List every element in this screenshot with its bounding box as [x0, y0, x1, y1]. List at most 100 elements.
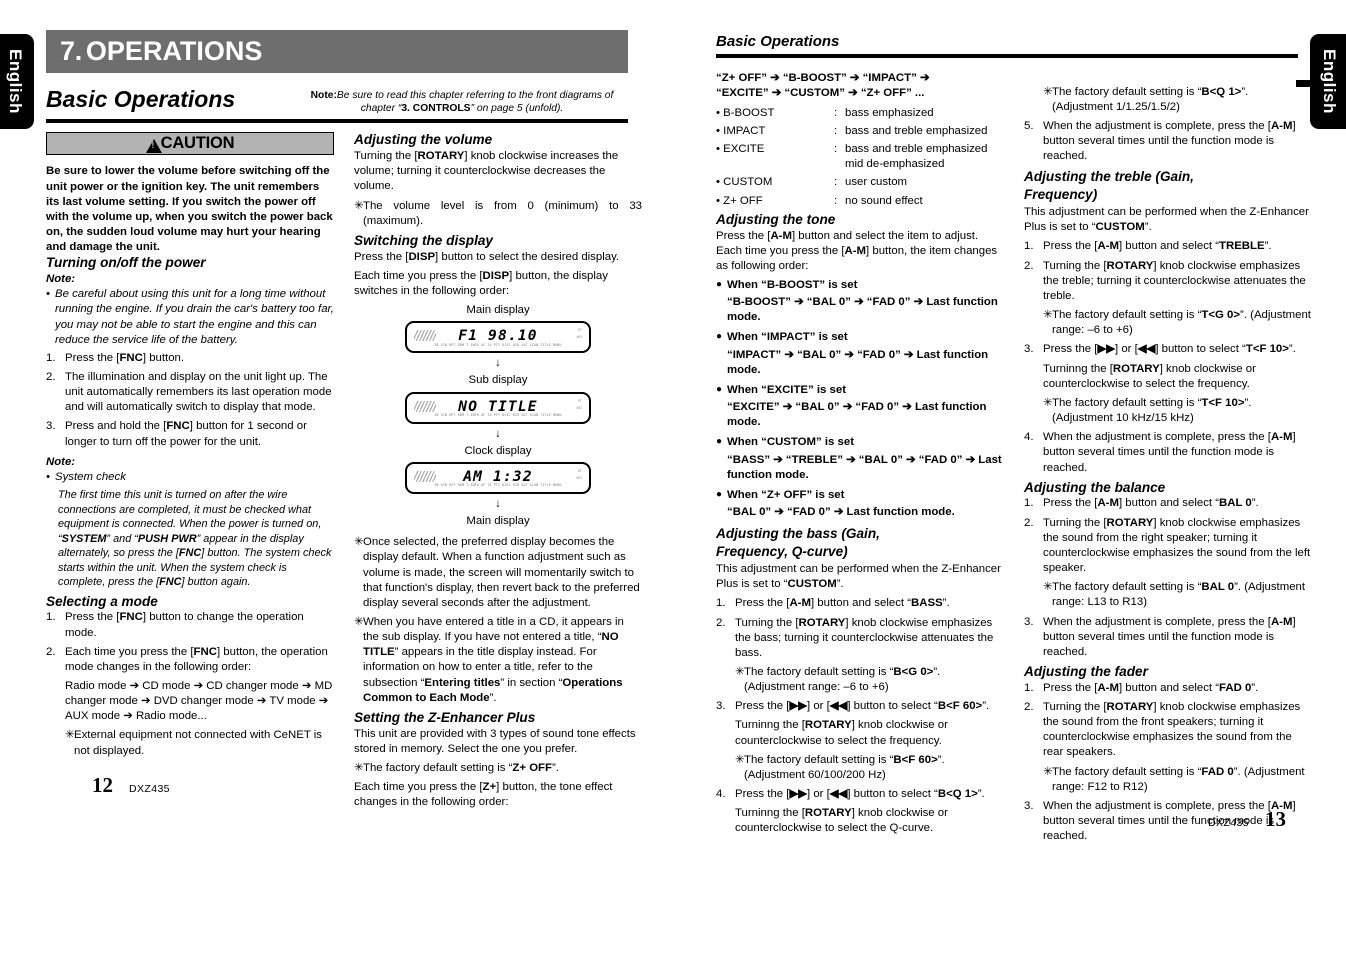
step-marker: 2. [1024, 700, 1034, 713]
treble-step-4-text: When the adjustment is complete, press t… [1043, 431, 1296, 474]
z-order-line-1: “Z+ OFF” ➔ “B-BOOST” ➔ “IMPACT” ➔ [716, 71, 930, 84]
balance-step-2: 2. Turning the [ROTARY] knob clockwise e… [1024, 516, 1312, 577]
lcd-label-main-final: Main display [466, 515, 530, 528]
switching-display-body-2: Each time you press the [DISP] button, t… [354, 269, 608, 297]
step-marker: 2. [46, 370, 56, 383]
balance-step-3: 3. When the adjustment is complete, pres… [1024, 615, 1312, 660]
step-marker: 1. [716, 597, 726, 610]
lcd-annunciator-row: ZB SCN RPT RDM T-INFO AF TA PTY DISC DIR… [434, 342, 562, 347]
lcd-indicator-icon: MO [576, 335, 582, 340]
footer-left: 12 DXZ435 [92, 773, 186, 798]
heading-adjusting-volume: Adjusting the volume [354, 132, 493, 148]
table-row: • EXCITE : bass and treble emphasized mi… [716, 142, 1004, 172]
volume-note: ✳ The volume level is from 0 (minimum) t… [354, 199, 642, 229]
power-step-1-text: Press the [FNC] button. [65, 351, 185, 364]
balance-step-3-text: When the adjustment is complete, press t… [1043, 615, 1296, 658]
z-enhancer-note: ✳ The factory default setting is “Z+ OFF… [354, 761, 642, 776]
heading-adjusting-treble-l1: Adjusting the treble (Gain, [1024, 169, 1194, 185]
heading-selecting-mode: Selecting a mode [46, 593, 158, 609]
switching-display-body-1: Press the [DISP] button to select the de… [354, 250, 620, 263]
bass-note-1-text: The factory default setting is “B<G 0>”.… [744, 665, 941, 694]
z-mode-name: • Z+ OFF [716, 194, 763, 207]
display-note-1: ✳ Once selected, the preferred display b… [354, 535, 642, 611]
adjusting-bass-body: This adjustment can be performed when th… [716, 563, 1001, 591]
display-note-2-text: When you have entered a title in a CD, i… [363, 615, 642, 706]
header-note-line2-post: ” on page 5 (unfold). [470, 103, 564, 115]
bass-step-3-text: Press the [▶▶] or [◀◀] button to select … [735, 700, 990, 713]
tone-group-when: ● When “EXCITE” is set [716, 383, 1004, 398]
tone-group-when: ● When “B-BOOST” is set [716, 278, 1004, 293]
z-mode-separator: : [834, 143, 838, 156]
page-number-left: 12 [92, 773, 113, 798]
lcd-annunciator-row: ZB SCN RPT RDM T-INFO AF TA PTY DISC DIR… [434, 413, 562, 418]
header-note-chapter-ref: 3. CONTROLS [401, 103, 471, 115]
z-order-line-2: “EXCITE” ➔ “CUSTOM” ➔ “Z+ OFF” ... [716, 86, 925, 99]
step-marker: 1. [1024, 497, 1034, 510]
z-mode-separator: : [834, 194, 838, 207]
fader-step-2-text: Turning the [ROTARY] knob clockwise emph… [1043, 700, 1301, 759]
lcd-panel-clock: AM 1:32 ST MO ZB SCN RPT RDM T-INFO AF T… [405, 461, 591, 494]
treble-step-3-text: Press the [▶▶] or [◀◀] button to select … [1043, 343, 1296, 356]
bass-note-3-text: The factory default setting is “B<Q 1>”.… [1052, 85, 1249, 113]
treble-note-1: ✳ The factory default setting is “T<G 0>… [1043, 308, 1312, 338]
asterisk-marker: ✳ [1043, 309, 1053, 322]
step-marker: 2. [1024, 516, 1034, 529]
tone-group-order: “BAL 0” ➔ “FAD 0” ➔ Last function mode. [727, 506, 955, 519]
balance-step-1-text: Press the [A-M] button and select “BAL 0… [1043, 497, 1259, 510]
tone-group-when-text: When “Z+ OFF” is set [727, 488, 845, 501]
bass-step-2-text: Turning the [ROTARY] knob clockwise emph… [735, 616, 994, 659]
treble-note-2: ✳ The factory default setting is “T<F 10… [1043, 396, 1312, 426]
step-marker: 5. [1024, 119, 1034, 132]
right-page-columns: “Z+ OFF” ➔ “B-BOOST” ➔ “IMPACT” ➔ “EXCIT… [716, 67, 1312, 849]
mode-step-2: 2. Each time you press the [FNC] button,… [46, 645, 334, 675]
bass-note-3: ✳ The factory default setting is “B<Q 1>… [1043, 85, 1312, 115]
mode-note: ✳ External equipment not connected with … [65, 728, 334, 758]
asterisk-marker: ✳ [1043, 396, 1053, 409]
treble-step-2: 2. Turning the [ROTARY] knob clockwise e… [1024, 259, 1312, 304]
z-mode-name-text: Z+ OFF [723, 194, 763, 207]
heading-adjusting-bass: Adjusting the bass (Gain, Frequency, Q-c… [716, 525, 1004, 561]
disc-marker: ● [716, 488, 723, 500]
z-mode-name: • EXCITE [716, 143, 765, 156]
step-marker: 4. [716, 788, 726, 801]
z-mode-desc: no sound effect [845, 194, 923, 207]
tone-group-order: “BASS” ➔ “TREBLE” ➔ “BAL 0” ➔ “FAD 0” ➔ … [727, 453, 1002, 481]
step-marker: 2. [46, 645, 56, 658]
table-row: • CUSTOM : user custom [716, 175, 1004, 190]
disc-marker: ● [716, 436, 723, 448]
bass-note-2-text: The factory default setting is “B<F 60>”… [744, 753, 945, 781]
z-enhancer-note-text: The factory default setting is “Z+ OFF”. [363, 761, 642, 776]
display-sequence-diagram: Main display F1 98.10 ST MO ZB SCN RPT R… [354, 303, 642, 529]
display-note-2-e: ” in section “ [500, 676, 563, 689]
language-tab-right-label: English [1320, 49, 1339, 114]
heading-switching-display: Switching the display [354, 232, 493, 248]
mode-step-1-text: Press the [FNC] button to change the ope… [65, 611, 304, 639]
lcd-label-sub: Sub display [468, 374, 528, 387]
note-system-check-body: The first time this unit is turned on af… [58, 489, 332, 589]
language-tab-left-label: English [6, 49, 25, 114]
z-mode-name: • CUSTOM [716, 176, 773, 189]
heading-adjusting-bass-l1: Adjusting the bass (Gain, [716, 526, 880, 542]
disc-marker: ● [716, 278, 723, 290]
table-row: • IMPACT : bass and treble emphasized [716, 124, 1004, 139]
asterisk-marker: ✳ [65, 729, 75, 742]
bass-step-4: 4. Press the [▶▶] or [◀◀] button to sele… [716, 787, 1004, 802]
bass-note-2: ✳ The factory default setting is “B<F 60… [735, 753, 1004, 783]
disc-marker: ● [716, 383, 723, 395]
z-mode-separator: : [834, 124, 838, 137]
z-mode-name: • B-BOOST [716, 106, 775, 119]
table-row: • B-BOOST : bass emphasized [716, 106, 1004, 121]
caution-box: CAUTION [46, 132, 334, 156]
header-note-label: Note: [310, 90, 337, 101]
tone-group-when-text: When “CUSTOM” is set [727, 436, 855, 449]
power-step-2: 2. The illumination and display on the u… [46, 370, 334, 415]
z-mode-name-text: EXCITE [723, 143, 765, 156]
bass-step-1-text: Press the [A-M] button and select “BASS”… [735, 597, 950, 610]
bass-step-3: 3. Press the [▶▶] or [◀◀] button to sele… [716, 699, 1004, 714]
asterisk-marker: ✳ [1043, 85, 1053, 98]
z-mode-desc: bass and treble emphasized [845, 124, 988, 137]
z-mode-separator: : [834, 106, 838, 119]
step-marker: 2. [716, 616, 726, 629]
z-mode-desc: bass emphasized [845, 106, 934, 119]
header-note-line1: Be sure to read this chapter referring t… [336, 90, 614, 101]
